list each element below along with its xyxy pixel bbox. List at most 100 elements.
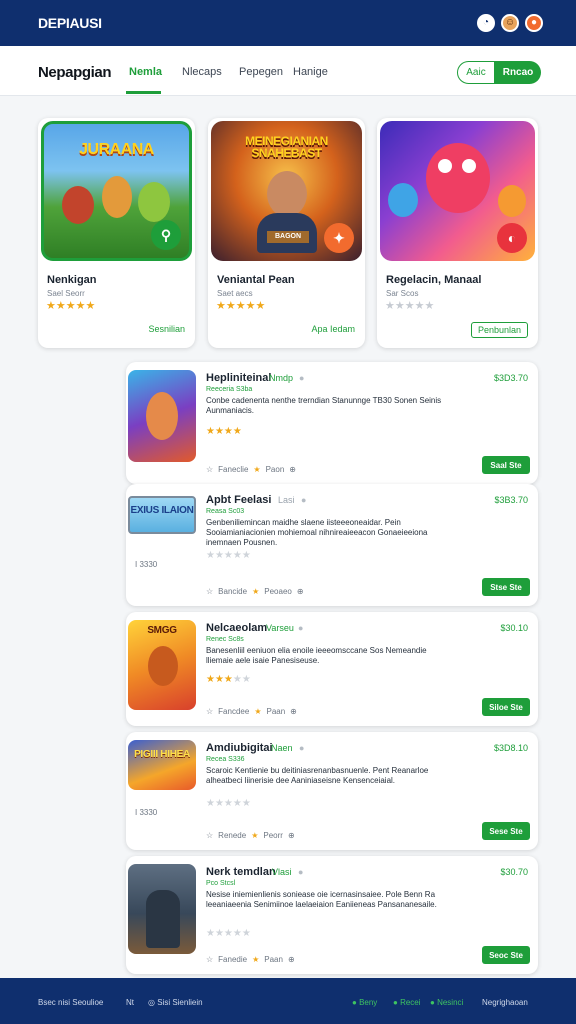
- character-figure: [498, 185, 526, 217]
- item-meta: ☆ Fancdee ★ Paan ⊕: [206, 707, 297, 716]
- badge-icon: ◐: [497, 223, 527, 253]
- thumbnail-title: PIGIII HIHEA: [134, 749, 190, 760]
- item-action-button[interactable]: Siloe Ste: [482, 698, 530, 716]
- item-price: $3B3.70: [494, 495, 528, 505]
- item-price: $30.10: [500, 623, 528, 633]
- share-icon[interactable]: ⊕: [289, 465, 296, 474]
- brand-logo[interactable]: DEPIAUSI: [38, 15, 102, 31]
- item-title[interactable]: Nelcaeolam: [206, 622, 267, 634]
- star-rating: ★★★★★: [206, 798, 251, 809]
- character-figure: [388, 183, 418, 217]
- item-title[interactable]: Nerk temdlan: [206, 866, 276, 878]
- game-thumbnail: EXIUS ILAION: [128, 496, 196, 534]
- footer-link[interactable]: ● Recei: [393, 998, 421, 1007]
- share-icon[interactable]: ⊕: [288, 831, 295, 840]
- game-artwork: JURAANA ⚲: [41, 121, 192, 261]
- card-title: Veniantal Pean: [217, 274, 295, 286]
- game-artwork: MEINEGIANIAN SNAHEBAST BAGON ✦: [211, 121, 362, 261]
- info-dot-icon: ●: [298, 867, 304, 877]
- item-title[interactable]: Apbt Feelasi: [206, 494, 271, 506]
- character-figure: [426, 143, 490, 213]
- star-rating: ★★★★: [206, 426, 242, 437]
- featured-card[interactable]: JURAANA ⚲ Nenkigan Sael Seorr ★★★★★ Sesn…: [38, 118, 195, 348]
- list-item[interactable]: PIGIII HIHEA I 3330 Amdiubigitai Naen ● …: [126, 732, 538, 850]
- item-tag: Varseu: [266, 623, 294, 633]
- star-outline-icon: ☆: [206, 831, 214, 840]
- featured-card[interactable]: MEINEGIANIAN SNAHEBAST BAGON ✦ Veniantal…: [208, 118, 365, 348]
- artwork-title: MEINEGIANIAN SNAHEBAST: [245, 134, 328, 160]
- tab-nlecaps[interactable]: Nlecaps: [182, 66, 222, 78]
- footer-link[interactable]: Bsec nisi Seoulioe: [38, 998, 103, 1007]
- featured-card[interactable]: ◐ Regelacin, Manaal Sar Scos ★★★★★ Penbu…: [377, 118, 538, 348]
- share-icon[interactable]: ⊕: [290, 707, 297, 716]
- top-bar: DEPIAUSI ◔ ☺ ●: [0, 0, 576, 46]
- share-icon[interactable]: ⊕: [288, 955, 295, 964]
- info-dot-icon: ●: [301, 495, 307, 505]
- item-description: Conbe cadenenta nenthe trerndian Stanunn…: [206, 396, 442, 415]
- tab-pepegen[interactable]: Pepegen: [239, 66, 283, 78]
- user-icon[interactable]: ◔: [477, 14, 495, 32]
- footer-link[interactable]: Nt: [126, 998, 134, 1007]
- primary-action-button[interactable]: Rncao: [495, 61, 541, 84]
- game-thumbnail: SMGG: [128, 620, 196, 710]
- item-tag: Vlasi: [272, 867, 292, 877]
- list-item[interactable]: EXIUS ILAION I 3330 Apbt Feelasi Lasi ● …: [126, 484, 538, 606]
- star-outline-icon: ☆: [206, 465, 214, 474]
- tab-hanige[interactable]: Hanige: [293, 66, 328, 78]
- card-title: Nenkigan: [47, 274, 97, 286]
- card-subtitle: Sar Scos: [386, 289, 419, 298]
- item-subtitle: Pco Stcsl: [206, 880, 236, 887]
- item-subtitle: Reeceria S3ba: [206, 386, 253, 393]
- footer-link[interactable]: ● Beny: [352, 998, 377, 1007]
- star-rating: ★★★★★: [216, 300, 266, 312]
- character-figure: [146, 392, 178, 440]
- star-rating: ★★★★★: [206, 928, 251, 939]
- item-action-button[interactable]: Seoc Ste: [482, 946, 530, 964]
- item-subtitle: Reasa Sc03: [206, 508, 245, 515]
- dot-icon: ●: [352, 998, 360, 1007]
- list-item[interactable]: Nerk temdlan Vlasi ● $30.70 Pco Stcsl Ne…: [126, 856, 538, 974]
- character-figure: [267, 171, 307, 217]
- tab-nemla[interactable]: Nemla: [129, 66, 162, 78]
- globe-icon: ◎: [148, 998, 158, 1007]
- item-meta: ☆ Fanedie ★ Paan ⊕: [206, 955, 295, 964]
- item-action-button[interactable]: Stse Ste: [482, 578, 530, 596]
- star-outline-icon: ☆: [206, 707, 214, 716]
- secondary-action-button[interactable]: Aaic: [457, 61, 495, 84]
- item-meta: ☆ Renede ★ Peorr ⊕: [206, 831, 295, 840]
- card-action-link[interactable]: Sesnilian: [148, 324, 185, 334]
- game-thumbnail: [128, 864, 196, 954]
- list-item[interactable]: Hepliniteinal Nmdp ● $3D3.70 Reeceria S3…: [126, 362, 538, 484]
- item-description: Scaroic Kentienie bu deitiniasrenanbasnu…: [206, 766, 429, 785]
- game-thumbnail: [128, 370, 196, 462]
- artwork-title: JURAANA: [79, 141, 154, 158]
- item-price: $3D3.70: [493, 373, 528, 383]
- card-action-link[interactable]: Apa Iedam: [311, 324, 355, 334]
- card-action-button[interactable]: Penbunlan: [470, 322, 528, 338]
- footer-link[interactable]: Negrighaoan: [482, 998, 528, 1007]
- item-price: $3D8.10: [493, 743, 528, 753]
- item-title[interactable]: Amdiubigitai: [206, 742, 273, 754]
- star-icon: ★: [253, 465, 261, 474]
- character-figure: [138, 182, 170, 222]
- info-dot-icon: ●: [299, 743, 305, 753]
- item-action-button[interactable]: Sese Ste: [482, 822, 530, 840]
- footer-link[interactable]: ● Nesinci: [430, 998, 463, 1007]
- avatar-icon[interactable]: ☺: [501, 14, 519, 32]
- badge-icon: ✦: [324, 223, 354, 253]
- share-icon[interactable]: ⊕: [297, 587, 304, 596]
- info-dot-icon: ●: [299, 373, 305, 383]
- footer-link[interactable]: ◎ Sisi Sienliein: [148, 998, 203, 1007]
- item-title[interactable]: Hepliniteinal: [206, 372, 271, 384]
- item-subtitle: Renec Sc8s: [206, 636, 244, 643]
- badge-icon: ⚲: [151, 220, 181, 250]
- item-action-button[interactable]: Saal Ste: [482, 456, 530, 474]
- list-item[interactable]: SMGG Nelcaeolam Varseu ● $30.10 Renec Sc…: [126, 612, 538, 726]
- notification-icon[interactable]: ●: [525, 14, 543, 32]
- item-description: Genbeniliemincan maidhe slaene iisteeeon…: [206, 518, 428, 547]
- item-description: Nesise iniemienlienis soniease oie icern…: [206, 890, 437, 909]
- star-rating: ★★★★★: [206, 674, 251, 685]
- star-icon: ★: [252, 587, 260, 596]
- dot-icon: ●: [393, 998, 401, 1007]
- item-side-stat: I 3330: [135, 808, 158, 817]
